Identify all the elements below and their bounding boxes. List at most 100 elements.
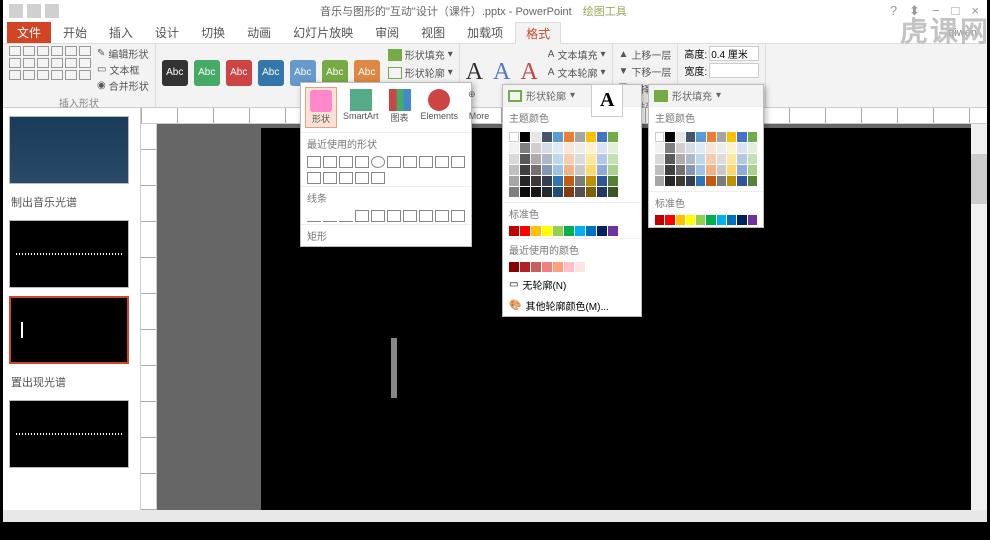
color-swatch[interactable] xyxy=(706,215,715,225)
color-swatch[interactable] xyxy=(737,215,746,225)
color-swatch[interactable] xyxy=(696,154,705,164)
color-swatch[interactable] xyxy=(564,132,574,142)
color-swatch[interactable] xyxy=(553,143,563,153)
color-swatch[interactable] xyxy=(531,187,541,197)
shapes-gallery[interactable] xyxy=(9,46,91,93)
color-swatch[interactable] xyxy=(748,154,757,164)
color-swatch[interactable] xyxy=(564,187,574,197)
shape-fill-button[interactable]: 形状填充 ▾ xyxy=(388,46,453,63)
color-swatch[interactable] xyxy=(706,154,715,164)
shape-item[interactable] xyxy=(435,156,449,168)
color-swatch[interactable] xyxy=(608,176,618,186)
color-swatch[interactable] xyxy=(696,165,705,175)
color-swatch[interactable] xyxy=(597,176,607,186)
tab-design[interactable]: 设计 xyxy=(145,22,189,43)
color-swatch[interactable] xyxy=(665,143,674,153)
shape-item[interactable] xyxy=(323,172,337,184)
color-swatch[interactable] xyxy=(553,132,563,142)
qat-redo-icon[interactable] xyxy=(45,4,59,18)
wordart-style-3[interactable]: A xyxy=(520,59,537,86)
color-swatch[interactable] xyxy=(564,165,574,175)
color-swatch[interactable] xyxy=(553,176,563,186)
shape-item[interactable] xyxy=(339,172,353,184)
color-swatch[interactable] xyxy=(727,176,736,186)
color-swatch[interactable] xyxy=(665,215,674,225)
color-swatch[interactable] xyxy=(531,165,541,175)
color-swatch[interactable] xyxy=(597,132,607,142)
shape-item[interactable] xyxy=(371,156,385,168)
scrollbar-horizontal[interactable] xyxy=(3,510,987,522)
tab-addins[interactable]: 加载项 xyxy=(457,22,513,43)
color-swatch[interactable] xyxy=(553,226,563,236)
smartart-tab-button[interactable]: SmartArt xyxy=(339,87,383,128)
color-swatch[interactable] xyxy=(737,165,746,175)
color-swatch[interactable] xyxy=(676,154,685,164)
more-colors-item[interactable]: 🎨其他轮廓颜色(M)... xyxy=(503,295,641,316)
shape-item[interactable] xyxy=(355,156,369,168)
shape-item[interactable] xyxy=(307,156,321,168)
color-swatch[interactable] xyxy=(520,262,530,272)
color-swatch[interactable] xyxy=(665,154,674,164)
color-swatch[interactable] xyxy=(696,215,705,225)
color-swatch[interactable] xyxy=(676,143,685,153)
color-swatch[interactable] xyxy=(748,165,757,175)
color-swatch[interactable] xyxy=(676,176,685,186)
color-swatch[interactable] xyxy=(575,154,585,164)
color-swatch[interactable] xyxy=(707,132,716,142)
send-backward-button[interactable]: ▼ 下移一层 xyxy=(619,63,672,80)
color-swatch[interactable] xyxy=(608,154,618,164)
shape-item[interactable] xyxy=(387,210,401,222)
section-label-2[interactable]: 置出现光谱 xyxy=(3,372,140,392)
tab-format[interactable]: 格式 xyxy=(515,22,561,44)
color-swatch[interactable] xyxy=(542,176,552,186)
color-swatch[interactable] xyxy=(748,143,757,153)
color-swatch[interactable] xyxy=(748,176,757,186)
color-swatch[interactable] xyxy=(586,154,596,164)
color-swatch[interactable] xyxy=(509,187,519,197)
shape-style-4[interactable]: Abc xyxy=(258,60,284,86)
color-swatch[interactable] xyxy=(737,143,746,153)
color-swatch[interactable] xyxy=(531,262,541,272)
color-swatch[interactable] xyxy=(531,226,541,236)
merge-shapes-button[interactable]: ◉合并形状 xyxy=(97,78,149,93)
color-swatch[interactable] xyxy=(727,215,736,225)
tab-view[interactable]: 视图 xyxy=(411,22,455,43)
color-swatch[interactable] xyxy=(608,165,618,175)
qat-save-icon[interactable] xyxy=(9,4,23,18)
color-swatch[interactable] xyxy=(586,165,596,175)
shape-item[interactable] xyxy=(403,156,417,168)
bring-forward-button[interactable]: ▲ 上移一层 xyxy=(619,46,672,63)
text-box-button[interactable]: ▭文本框 xyxy=(97,62,149,77)
tab-review[interactable]: 审阅 xyxy=(365,22,409,43)
color-swatch[interactable] xyxy=(575,143,585,153)
color-swatch[interactable] xyxy=(531,176,541,186)
shape-item[interactable] xyxy=(419,210,433,222)
color-swatch[interactable] xyxy=(564,262,574,272)
color-swatch[interactable] xyxy=(575,165,585,175)
color-swatch[interactable] xyxy=(586,176,596,186)
color-swatch[interactable] xyxy=(717,154,726,164)
more-tab-button[interactable]: ⊕More xyxy=(464,87,494,128)
color-swatch[interactable] xyxy=(597,154,607,164)
color-swatch[interactable] xyxy=(748,215,757,225)
shape-item[interactable] xyxy=(307,172,321,184)
color-swatch[interactable] xyxy=(608,132,618,142)
color-swatch[interactable] xyxy=(686,215,695,225)
text-fill-button[interactable]: A 文本填充 ▾ xyxy=(548,46,606,63)
shape-item[interactable] xyxy=(371,210,385,222)
tab-animations[interactable]: 动画 xyxy=(237,22,281,43)
color-swatch[interactable] xyxy=(737,132,746,142)
color-swatch[interactable] xyxy=(597,165,607,175)
color-swatch[interactable] xyxy=(542,165,552,175)
color-swatch[interactable] xyxy=(520,132,530,142)
shape-style-3[interactable]: Abc xyxy=(226,60,252,86)
color-swatch[interactable] xyxy=(655,132,664,142)
shape-item[interactable] xyxy=(355,210,369,222)
tab-transitions[interactable]: 切换 xyxy=(191,22,235,43)
color-swatch[interactable] xyxy=(665,132,674,142)
section-label-1[interactable]: 制出音乐光谱 xyxy=(3,192,140,212)
qat-undo-icon[interactable] xyxy=(27,4,41,18)
scrollbar-vertical[interactable] xyxy=(971,124,987,510)
color-swatch[interactable] xyxy=(655,176,664,186)
color-swatch[interactable] xyxy=(509,176,519,186)
